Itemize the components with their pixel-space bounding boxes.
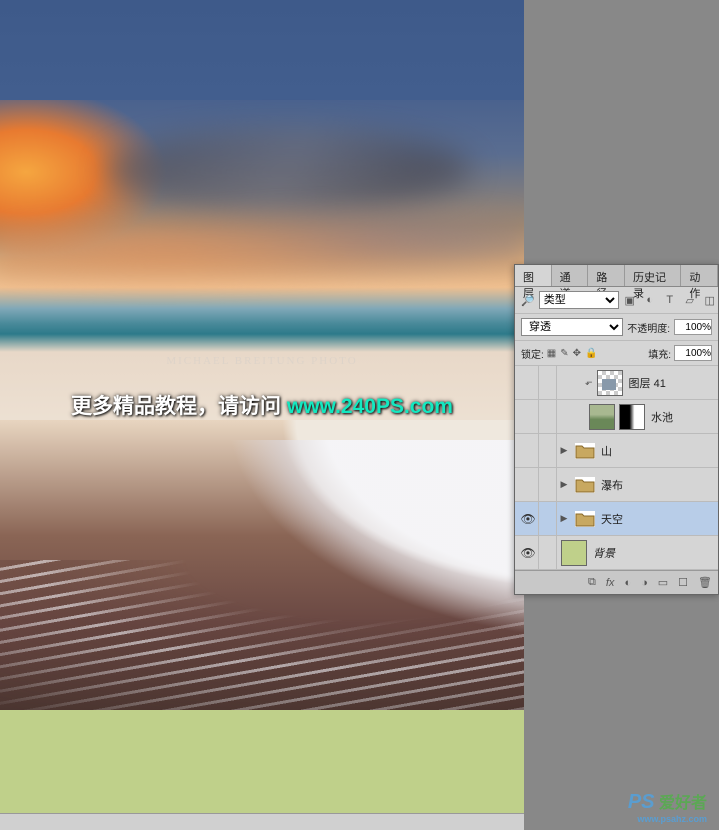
image-filter-icon[interactable]: ▣ (623, 293, 637, 307)
foam-streaks (0, 560, 524, 710)
adjust-filter-icon[interactable]: ◐ (643, 293, 657, 307)
fill-input[interactable] (674, 345, 712, 361)
layer-group-waterfall[interactable]: ▶ 瀑布 (515, 468, 718, 502)
link-col (539, 400, 557, 433)
layer-group-sky[interactable]: 👁 ▶ 天空 (515, 502, 718, 536)
new-layer-icon[interactable]: ☐ (678, 576, 688, 589)
adjustment-icon[interactable]: ◑ (641, 577, 648, 589)
lock-label: 锁定: (521, 346, 544, 361)
visibility-toggle[interactable]: 👁 (517, 502, 539, 535)
layers-panel: 图层 通道 路径 历史记录 动作 🔎 类型 ▣ ◐ T ▱ ◫ 穿透 不透明度:… (514, 264, 719, 595)
link-col (539, 468, 557, 501)
green-background-layer (0, 710, 524, 815)
link-col (539, 366, 557, 399)
site-brand-watermark: PS 爱好者 www.psahz.com (628, 789, 707, 824)
layer-thumbnail[interactable] (561, 540, 587, 566)
layer-group-mountain[interactable]: ▶ 山 (515, 434, 718, 468)
link-col (539, 536, 557, 569)
layer-thumbnail[interactable] (597, 370, 623, 396)
fx-icon[interactable]: fx (606, 577, 615, 589)
visibility-toggle[interactable]: 👁 (517, 536, 539, 569)
panel-footer: ⧉ fx ◐ ◑ ▭ ☐ 🗑 (515, 570, 718, 594)
lock-move-icon[interactable]: ✥ (573, 348, 581, 359)
lock-icons: ▦ ✎ ✥ 🔒 (547, 348, 645, 359)
layer-thumbnail[interactable] (589, 404, 615, 430)
layer-item-layer41[interactable]: ⬐ 图层 41 (515, 366, 718, 400)
watermark-url: www.240PS.com (287, 395, 453, 418)
eye-icon: 👁 (521, 512, 535, 526)
watermark-prefix: 更多精品教程，请访问 (71, 395, 287, 418)
folder-icon (575, 443, 595, 459)
tab-layers[interactable]: 图层 (515, 265, 552, 286)
link-icon[interactable]: ⧉ (588, 576, 596, 589)
photo-credit: MICHAEL BREITUNG PHOTO (166, 355, 357, 367)
layer-item-background[interactable]: 👁 背景 (515, 536, 718, 570)
link-col (539, 502, 557, 535)
canvas-bottom-border (0, 813, 524, 830)
trash-icon[interactable]: 🗑 (698, 576, 712, 589)
layer-name-label[interactable]: 背景 (591, 545, 716, 561)
brand-text: 爱好者 (659, 795, 707, 812)
visibility-toggle[interactable] (517, 366, 539, 399)
layer-name-label[interactable]: 天空 (599, 511, 716, 527)
canvas-area[interactable]: MICHAEL BREITUNG PHOTO 更多精品教程，请访问 www.24… (0, 0, 524, 830)
filter-row: 🔎 类型 ▣ ◐ T ▱ ◫ (515, 287, 718, 314)
eye-icon: 👁 (521, 546, 535, 560)
brand-domain: www.psahz.com (628, 814, 707, 824)
group-icon[interactable]: ▭ (658, 576, 668, 589)
blend-row: 穿透 不透明度: (515, 314, 718, 341)
panel-tabs: 图层 通道 路径 历史记录 动作 (515, 265, 718, 287)
shape-filter-icon[interactable]: ▱ (683, 293, 697, 307)
layer-name-label[interactable]: 山 (599, 443, 716, 459)
layer-mask-thumbnail[interactable] (619, 404, 645, 430)
search-icon: 🔎 (521, 294, 535, 307)
text-filter-icon[interactable]: T (663, 293, 677, 307)
group-disclosure-icon[interactable]: ▶ (557, 445, 571, 456)
layer-name-label[interactable]: 图层 41 (627, 375, 716, 391)
clip-indicator-icon: ⬐ (585, 377, 593, 388)
opacity-label: 不透明度: (627, 320, 670, 335)
filter-icon-strip: ▣ ◐ T ▱ ◫ (623, 293, 717, 307)
cloud-color (0, 200, 524, 300)
visibility-toggle[interactable] (517, 468, 539, 501)
layer-item-pond[interactable]: 水池 (515, 400, 718, 434)
layer-name-label[interactable]: 瀑布 (599, 477, 716, 493)
folder-icon (575, 477, 595, 493)
lock-row: 锁定: ▦ ✎ ✥ 🔒 填充: (515, 341, 718, 366)
cloud-dark (105, 130, 472, 210)
blend-mode-select[interactable]: 穿透 (521, 318, 623, 336)
smart-filter-icon[interactable]: ◫ (703, 293, 717, 307)
visibility-toggle[interactable] (517, 434, 539, 467)
mask-icon[interactable]: ◐ (624, 577, 631, 589)
lock-brush-icon[interactable]: ✎ (560, 348, 568, 359)
group-disclosure-icon[interactable]: ▶ (557, 479, 571, 490)
lock-all-icon[interactable]: 🔒 (585, 348, 597, 359)
lock-pixel-icon[interactable]: ▦ (547, 348, 556, 359)
group-disclosure-icon[interactable]: ▶ (557, 513, 571, 524)
link-col (539, 434, 557, 467)
tab-actions[interactable]: 动作 (681, 265, 718, 286)
tab-paths[interactable]: 路径 (588, 265, 625, 286)
opacity-input[interactable] (674, 319, 712, 335)
layer-list: ⬐ 图层 41 水池 ▶ 山 ▶ (515, 366, 718, 570)
kind-select[interactable]: 类型 (539, 291, 619, 309)
brand-ps: PS (628, 791, 655, 813)
watermark-overlay: 更多精品教程，请访问 www.240PS.com (71, 390, 453, 420)
tab-channels[interactable]: 通道 (552, 265, 589, 286)
layer-name-label[interactable]: 水池 (649, 409, 716, 425)
tab-history[interactable]: 历史记录 (625, 265, 681, 286)
visibility-toggle[interactable] (517, 400, 539, 433)
folder-icon (575, 511, 595, 527)
fill-label: 填充: (648, 346, 671, 361)
